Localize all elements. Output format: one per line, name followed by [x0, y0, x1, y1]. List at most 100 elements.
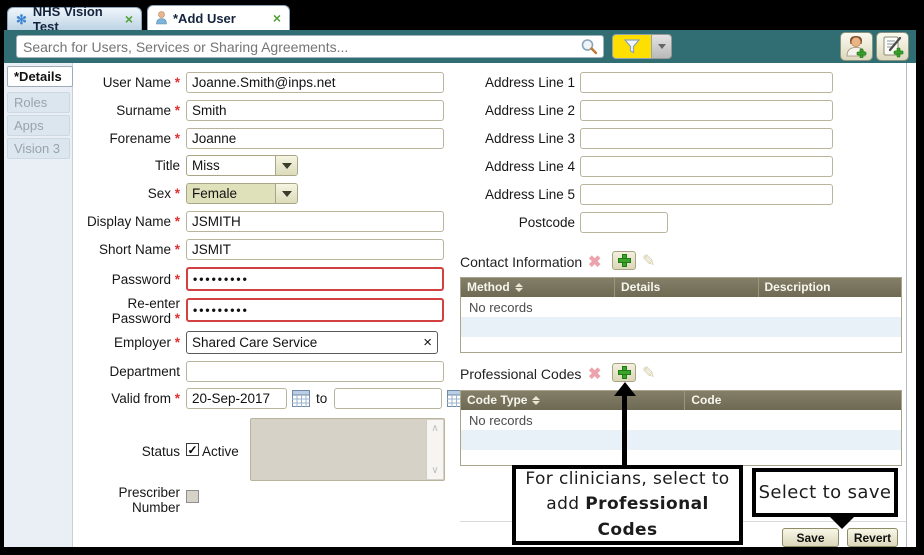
address-line-5-label: Address Line 5: [459, 187, 575, 202]
password-input[interactable]: [186, 267, 444, 291]
delete-code-icon[interactable]: ✖: [588, 364, 601, 384]
sort-icon: [532, 396, 540, 405]
add-user-form: *Details Roles Apps Vision 3 User Name *…: [4, 63, 916, 547]
close-tab-icon[interactable]: ×: [273, 11, 281, 25]
dropdown-button[interactable]: [275, 156, 297, 175]
scroll-up-icon[interactable]: ∧: [431, 423, 438, 434]
plus-icon: [618, 366, 631, 379]
tab-label: *Add User: [173, 11, 236, 26]
valid-to-input[interactable]: [334, 388, 442, 409]
forename-input[interactable]: [186, 128, 444, 149]
department-label: Department: [76, 364, 180, 379]
prescriber-number-label: PrescriberNumber: [76, 485, 180, 515]
user-name-label: User Name *: [76, 75, 180, 90]
add-contact-button[interactable]: [612, 251, 636, 270]
sidebar-item-apps[interactable]: Apps: [7, 115, 70, 136]
title-dropdown[interactable]: Miss: [186, 155, 298, 176]
callout-text: add: [546, 494, 585, 514]
search-input[interactable]: [17, 39, 579, 55]
address-line-5-input[interactable]: [580, 184, 833, 205]
clear-icon[interactable]: ×: [423, 335, 432, 350]
search-icon[interactable]: [579, 37, 599, 57]
user-name-input[interactable]: [186, 72, 444, 93]
forename-label: Forename *: [76, 131, 180, 146]
save-callout: Select to save: [752, 468, 898, 517]
filter-dropdown-button[interactable]: [652, 34, 672, 59]
valid-to-label: to: [316, 391, 327, 406]
status-listbox[interactable]: ∧ ∨: [250, 418, 445, 481]
contact-information-title: Contact Information: [460, 254, 582, 270]
callout-text: Select to save: [759, 479, 892, 506]
add-sharing-agreement-button[interactable]: [876, 32, 909, 61]
address-line-3-input[interactable]: [580, 128, 833, 149]
address-line-4-input[interactable]: [580, 156, 833, 177]
window-tab-bar: ✻ NHS Vision Test × *Add User ×: [4, 4, 916, 30]
scrollbar[interactable]: ∧ ∨: [426, 420, 443, 479]
reenter-password-label: Re-enterPassword *: [76, 296, 180, 326]
edit-code-icon[interactable]: ✎: [642, 363, 655, 383]
codes-table-header: Code Type Code: [461, 391, 901, 410]
revert-button[interactable]: Revert: [847, 528, 898, 547]
department-input[interactable]: [186, 361, 444, 382]
add-user-icon: [845, 35, 869, 58]
sidebar-item-label: Apps: [14, 118, 44, 133]
contact-table-header: Method Details Description: [461, 278, 901, 297]
search-box: [16, 35, 604, 58]
postcode-input[interactable]: [580, 212, 668, 233]
filter-split-button: [612, 34, 672, 59]
valid-from-input[interactable]: [186, 388, 287, 409]
address-line-2-label: Address Line 2: [459, 103, 575, 118]
sidebar-item-vision3[interactable]: Vision 3: [7, 138, 70, 159]
title-value: Miss: [187, 156, 275, 175]
calendar-icon[interactable]: [292, 390, 310, 407]
active-checkbox[interactable]: ✓: [186, 443, 199, 456]
sex-label: Sex *: [76, 186, 180, 201]
address-line-2-input[interactable]: [580, 100, 833, 121]
empty-table-row: No records: [461, 410, 901, 430]
scroll-down-icon[interactable]: ∨: [431, 465, 438, 476]
address-line-1-input[interactable]: [580, 72, 833, 93]
sex-value: Female: [187, 184, 275, 203]
surname-input[interactable]: [186, 100, 444, 121]
tab-nhs-vision-test[interactable]: ✻ NHS Vision Test ×: [7, 7, 142, 30]
annotation-arrow-shaft: [622, 395, 627, 466]
sidebar-item-details[interactable]: *Details: [7, 66, 73, 87]
user-tab-icon: [156, 11, 167, 25]
employer-input[interactable]: Shared Care Service ×: [186, 331, 438, 354]
address-line-3-label: Address Line 3: [459, 131, 575, 146]
prescriber-number-checkbox[interactable]: [186, 490, 199, 503]
column-description[interactable]: Description: [759, 278, 902, 297]
edit-contact-icon[interactable]: ✎: [642, 251, 655, 271]
close-tab-icon[interactable]: ×: [125, 12, 133, 26]
column-code-type[interactable]: Code Type: [461, 391, 685, 410]
column-method[interactable]: Method: [461, 278, 615, 297]
add-user-button[interactable]: [840, 32, 873, 61]
dropdown-button[interactable]: [275, 184, 297, 203]
employer-label: Employer *: [76, 335, 180, 350]
reenter-password-input[interactable]: [186, 298, 444, 322]
contact-table: Method Details Description No records: [460, 277, 902, 353]
sort-icon: [515, 283, 523, 292]
active-checkbox-label: Active: [202, 444, 239, 459]
add-professional-code-button[interactable]: [612, 363, 636, 382]
column-code[interactable]: Code: [685, 391, 901, 410]
save-button[interactable]: Save: [782, 528, 839, 547]
valid-from-label: Valid from *: [76, 391, 180, 406]
delete-contact-icon[interactable]: ✖: [588, 252, 601, 272]
callout-text: For clinicians, select to: [525, 469, 729, 489]
short-name-input[interactable]: [186, 239, 444, 260]
sidebar-item-label: Roles: [14, 95, 47, 110]
callout-text-bold: Professional Codes: [585, 494, 708, 540]
filter-button[interactable]: [612, 34, 652, 59]
sidebar-item-roles[interactable]: Roles: [7, 92, 70, 113]
title-label: Title: [76, 158, 180, 173]
column-details[interactable]: Details: [615, 278, 759, 297]
search-toolbar: [4, 30, 916, 63]
sex-dropdown[interactable]: Female: [186, 183, 298, 204]
professional-codes-table: Code Type Code No records: [460, 390, 902, 466]
tab-add-user[interactable]: *Add User ×: [147, 5, 290, 30]
display-name-input[interactable]: [186, 211, 444, 232]
chevron-down-icon: [282, 163, 292, 169]
sidebar: *Details Roles Apps Vision 3: [4, 63, 73, 547]
surname-label: Surname *: [76, 103, 180, 118]
